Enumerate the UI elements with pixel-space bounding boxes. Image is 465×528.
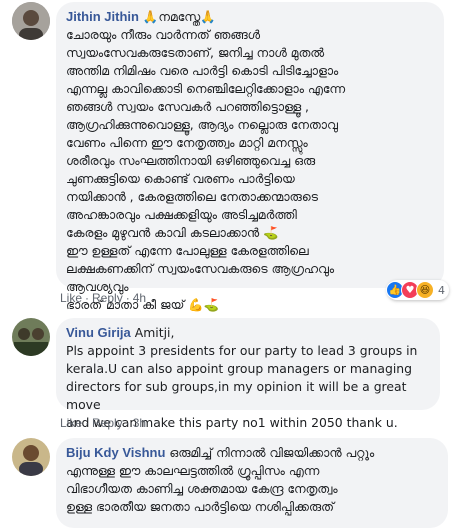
comment-line: സ്വയംസേവകരുടേതാണ്, ജനിച്ച നാൾ മുതൽ	[66, 45, 325, 60]
comment-line: ആഗ്രഹിക്കുന്നുവൊള്ളൂ, ആദ്യം നല്ലൊരു നേതാ…	[66, 117, 338, 132]
comment-line: ലക്ഷകണക്കിന് സ്വയംസേവകരുടെ ആഗ്രഹവും	[66, 261, 335, 276]
comment-line: directors for sub groups,in my opinion i…	[66, 379, 407, 412]
like-link[interactable]: Like	[60, 291, 82, 305]
author-name[interactable]: Jithin Jithin	[66, 9, 139, 24]
timestamp[interactable]: 4h	[133, 291, 146, 305]
comment-line: അന്തിമ നിമിഷം വരെ പാർട്ടി കൊടി പിടിച്ചോള…	[66, 63, 339, 78]
reply-link[interactable]: Reply	[92, 291, 123, 305]
comment-line: ചുണക്കുട്ടിയെ കൊണ്ട് വരണം പാർട്ടിയെ	[66, 171, 295, 186]
comment-line: ശരീരവും സംഘത്തിനായി ഒഴിഞ്ഞുവെച്ച ഒരു	[66, 153, 316, 168]
comment-line: Amitji,	[134, 325, 175, 340]
reply-link[interactable]: Reply	[92, 416, 123, 430]
reaction-summary[interactable]: 👍 ♥ 😆 4	[386, 280, 449, 300]
like-link[interactable]: Like	[60, 416, 82, 430]
haha-reaction-icon: 😆	[416, 281, 434, 299]
reaction-count: 4	[438, 283, 445, 297]
comment-bubble: Biju Kdy Vishnu ഒരുമിച്ച് നിന്നാൽ വിജയിക…	[56, 438, 448, 528]
comment-line: എന്നല്ല കാവിക്കൊടി നെഞ്ചിലേറ്റിക്കോളാം എ…	[66, 81, 345, 96]
comment-line: വിഭാഗീയത കാണിച്ച ശക്തമായ കേന്ദ്ര നേതൃത്വ…	[66, 481, 338, 496]
comment-body: Jithin Jithin 🙏നമസ്തേ🙏 ചോരയും നീരും വാർന…	[66, 8, 434, 314]
comment-line: Pls appoint 3 presidents for our party t…	[66, 343, 418, 358]
comment-line: ഒരുമിച്ച് നിന്നാൽ വിജയിക്കാൻ പറ്റും	[169, 445, 375, 460]
comment-line: വേണം പിന്നെ ഈ നേതൃത്ത്വം മാറ്റി മനസ്സും	[66, 135, 308, 150]
comment-line: ഈ ഉള്ളത് എന്നേ പോലുള്ള കേരളത്തിലെ	[66, 243, 309, 258]
comment-line: kerala.U can also appoint group managers…	[66, 361, 412, 376]
comment-bubble: Jithin Jithin 🙏നമസ്തേ🙏 ചോരയും നീരും വാർന…	[56, 2, 444, 312]
timestamp[interactable]: 3h	[133, 416, 146, 430]
comment-line: എന്നുള്ള ഈ കാലഘട്ടത്തിൽ ഗ്രൂപ്പിസം എന്ന	[66, 463, 320, 478]
comment-line: ഉള്ള ഭാരതീയ ജനതാ പാർട്ടിയെ നശിപ്പിക്കരുത…	[66, 499, 334, 514]
comment-actions: Like · Reply · 4h	[60, 291, 147, 305]
comment-body: Biju Kdy Vishnu ഒരുമിച്ച് നിന്നാൽ വിജയിക…	[66, 444, 438, 516]
avatar[interactable]	[12, 318, 50, 356]
comment-bubble: Vinu Girija Amitji, Pls appoint 3 presid…	[56, 318, 440, 430]
avatar[interactable]	[12, 2, 50, 40]
comment-actions: Like · Reply · 3h	[60, 416, 147, 430]
author-name[interactable]: Vinu Girija	[66, 325, 131, 340]
comment-line: 🙏നമസ്തേ🙏	[142, 9, 216, 24]
author-name[interactable]: Biju Kdy Vishnu	[66, 445, 165, 460]
comment-line: ചോരയും നീരും വാർന്നത് ഞങ്ങൾ	[66, 27, 260, 42]
comment-line: നയിക്കാൻ , കേരളത്തിലെ നേതാക്കന്മാരുടെ	[66, 189, 318, 204]
avatar[interactable]	[12, 438, 50, 476]
comment-line: അഹങ്കാരവും പക്ഷക്കളിയും അടിച്ചമർത്തി	[66, 207, 297, 222]
comment-line: കേരളം മുഴുവൻ കാവി കടലാക്കാൻ ⛳	[66, 225, 279, 240]
comment-line: ഞങ്ങൾ സ്വയം സേവകർ പറഞ്ഞിട്ടൊള്ളൂ ,	[66, 99, 309, 114]
